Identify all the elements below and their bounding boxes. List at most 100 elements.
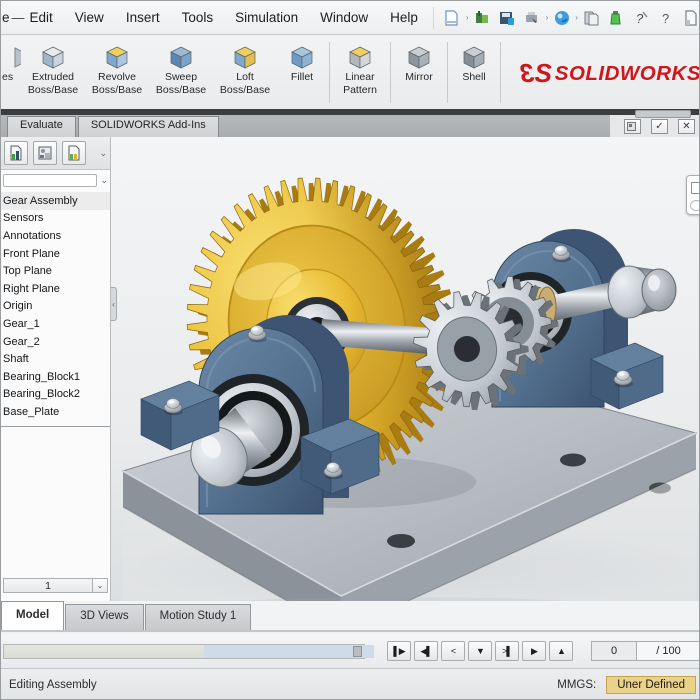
stop-button[interactable]: ▼	[468, 641, 492, 661]
jump-to-start-button[interactable]: ◀▌	[414, 641, 438, 661]
file-properties-icon[interactable]	[581, 7, 602, 28]
ribbon-button-linear-pattern[interactable]: Linear Pattern	[332, 36, 388, 109]
tab-evaluate[interactable]: Evaluate	[7, 116, 76, 137]
tab-solidworks-add-ins[interactable]: SOLIDWORKS Add-Ins	[77, 116, 219, 137]
ribbon-button-extruded-boss-base[interactable]: Extruded Boss/Base	[21, 36, 85, 109]
ribbon-separator	[390, 42, 391, 103]
menu-item-tools[interactable]: Tools	[171, 10, 225, 25]
tree-item-base-plate[interactable]: Base_Plate	[1, 403, 110, 421]
tree-divider	[1, 425, 110, 427]
chevron-down-icon[interactable]: ⌄	[100, 175, 108, 186]
help-icon[interactable]: ?	[656, 7, 677, 28]
ribbon-separator	[329, 42, 330, 103]
motion-study-toolbar: ▌▶ ◀▌ < ▼ >▌ ▶ ▲ 0 / 100	[1, 634, 699, 668]
feature-tree: Gear Assembly Sensors Annotations Front …	[1, 190, 110, 421]
document-tab-row: Model 3D Views Motion Study 1	[1, 601, 699, 632]
tree-item-gear-assembly[interactable]: Gear Assembly	[1, 192, 110, 210]
save-icon[interactable]	[497, 7, 518, 28]
tree-item-front-plane[interactable]: Front Plane	[1, 245, 110, 263]
timeline-range	[204, 644, 374, 658]
ribbon-separator	[447, 42, 448, 103]
tree-item-shaft[interactable]: Shaft	[1, 350, 110, 368]
open-document-icon[interactable]	[472, 7, 493, 28]
configuration-manager-tab-icon[interactable]	[62, 141, 86, 165]
tree-item-bearing-block1[interactable]: Bearing_Block1	[1, 368, 110, 386]
keyboard-shortcut-button[interactable]	[624, 118, 641, 134]
tab-3d-views[interactable]: 3D Views	[65, 604, 144, 630]
ribbon-button-mirror[interactable]: Mirror	[393, 36, 445, 109]
tree-item-sensors[interactable]: Sensors	[1, 210, 110, 228]
menu-item-help[interactable]: Help	[379, 10, 429, 25]
gear-assembly-render	[111, 137, 699, 601]
menu-item-simulation[interactable]: Simulation	[224, 10, 309, 25]
property-manager-tab-icon[interactable]	[33, 141, 57, 165]
frame-counter: 0 / 100	[591, 641, 699, 661]
solidworks-logo: 3S SOLIDWORKS	[521, 58, 700, 88]
frame-current-field[interactable]: 0	[591, 641, 637, 661]
scrollbar-thumb[interactable]	[635, 110, 691, 118]
play-from-start-button[interactable]: ▌▶	[387, 641, 411, 661]
tree-item-right-plane[interactable]: Right Plane	[1, 280, 110, 298]
ribbon-button-shell[interactable]: Shell	[450, 36, 498, 109]
measure-icon[interactable]	[606, 7, 627, 28]
configuration-value[interactable]: 1	[3, 578, 93, 593]
timeline-track[interactable]	[3, 643, 374, 659]
feature-manager-panel: ⌄ ⌄ Gear Assembly Sensors Annotations Fr…	[1, 137, 111, 601]
status-bar: Editing Assembly MMGS: Uner Defined	[1, 668, 699, 699]
tree-item-gear-1[interactable]: Gear_1	[1, 315, 110, 333]
menu-item-window[interactable]: Window	[309, 10, 379, 25]
menu-item-edit[interactable]: Edit	[19, 10, 64, 25]
configuration-selector: 1 ⌄	[3, 578, 108, 593]
status-text: Editing Assembly	[9, 679, 97, 691]
ribbon-button-revolve-boss-base[interactable]: Revolve Boss/Base	[85, 36, 149, 109]
menu-item-partial[interactable]: e	[1, 10, 12, 25]
ribbon-button-sweep-boss-base[interactable]: Sweep Boss/Base	[149, 36, 213, 109]
menu-item-insert[interactable]: Insert	[115, 10, 171, 25]
menu-bar: e — Edit View Insert Tools Simulation Wi…	[1, 1, 699, 35]
feature-manager-tab-bar: ⌄	[1, 137, 110, 170]
new-document-icon[interactable]	[442, 7, 463, 28]
tree-item-top-plane[interactable]: Top Plane	[1, 262, 110, 280]
tree-item-bearing-block2[interactable]: Bearing_Block2	[1, 386, 110, 404]
frame-total-field: / 100	[637, 641, 699, 661]
command-tab-row: Evaluate SOLIDWORKS Add-Ins ✓ ✕	[1, 110, 699, 137]
print-icon[interactable]	[522, 7, 543, 28]
view-cube-partial[interactable]	[686, 175, 699, 215]
command-manager-ribbon: es Extruded Boss/Base Revolve Boss/Base …	[1, 36, 700, 109]
chevron-down-icon[interactable]: ⌄	[93, 578, 108, 593]
eject-button[interactable]: ▲	[549, 641, 573, 661]
svg-text:?: ?	[662, 11, 669, 26]
viewport-control-cluster: ✓ ✕	[610, 110, 699, 137]
timeline-thumb[interactable]	[353, 645, 362, 657]
menu-item-view[interactable]: View	[64, 10, 115, 25]
status-badge[interactable]: Uner Defined	[606, 676, 696, 694]
solidworks-logo-mark: 3S	[521, 58, 552, 88]
tab-motion-study-1[interactable]: Motion Study 1	[144, 604, 252, 630]
tab-model[interactable]: Model	[1, 601, 65, 630]
ribbon-button-loft-boss-base[interactable]: Loft Boss/Base	[213, 36, 277, 109]
chevron-down-icon[interactable]: ⌄	[99, 148, 107, 159]
tree-filter-input[interactable]	[3, 174, 98, 187]
rebuild-icon[interactable]	[551, 7, 572, 28]
tree-item-annotations[interactable]: Annotations	[1, 227, 110, 245]
toolbar-separator	[432, 6, 434, 29]
whats-wrong-icon[interactable]: ?	[631, 7, 652, 28]
tree-item-origin[interactable]: Origin	[1, 298, 110, 316]
graphics-viewport[interactable]	[111, 137, 699, 601]
playback-controls: ▌▶ ◀▌ < ▼ >▌ ▶ ▲	[387, 641, 573, 661]
play-button[interactable]: ▶	[522, 641, 546, 661]
feature-tree-tab-icon[interactable]	[4, 141, 28, 165]
next-frame-button[interactable]: >▌	[495, 641, 519, 661]
panel-splitter[interactable]: ‹	[111, 287, 117, 321]
tree-item-gear-2[interactable]: Gear_2	[1, 333, 110, 351]
confirm-button[interactable]: ✓	[651, 118, 668, 134]
ribbon-button-fillet[interactable]: Fillet	[277, 36, 327, 109]
dropdown-caret-icon[interactable]: ›	[466, 13, 469, 22]
ribbon-button-partial[interactable]: es	[1, 36, 21, 109]
units-label[interactable]: MMGS:	[557, 679, 596, 691]
close-button[interactable]: ✕	[678, 118, 695, 134]
dropdown-caret-icon[interactable]: ›	[575, 13, 578, 22]
options-icon[interactable]	[681, 7, 699, 28]
dropdown-caret-icon[interactable]: ›	[546, 13, 549, 22]
previous-frame-button[interactable]: <	[441, 641, 465, 661]
